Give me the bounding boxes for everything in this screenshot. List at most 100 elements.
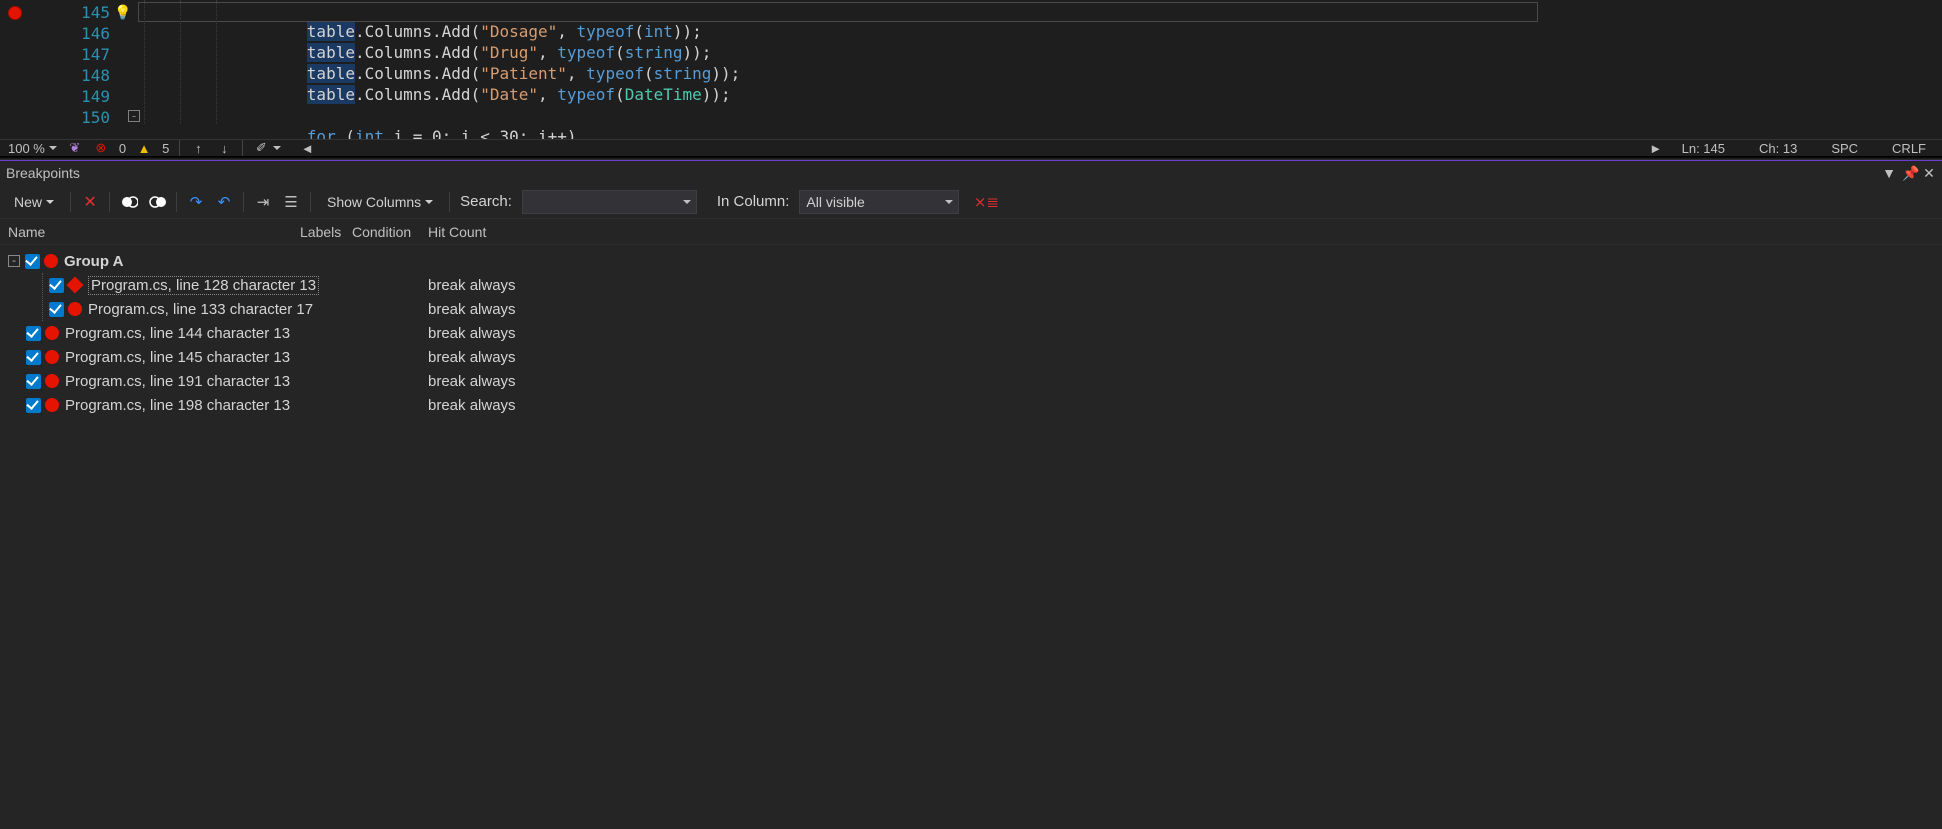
breakpoint-row[interactable]: Program.cs, line 191 character 13 break … bbox=[26, 369, 1942, 393]
line-ending[interactable]: CRLF bbox=[1884, 141, 1934, 156]
caret-char[interactable]: Ch: 13 bbox=[1751, 141, 1805, 156]
breakpoint-name: Program.cs, line 191 character 13 bbox=[65, 373, 290, 390]
breakpoint-icon bbox=[68, 302, 82, 316]
separator bbox=[310, 192, 311, 212]
scroll-right-icon[interactable]: ► bbox=[1648, 140, 1664, 156]
breakpoint-checkbox[interactable] bbox=[26, 398, 41, 413]
zoom-level-dropdown[interactable]: 100 % bbox=[8, 141, 57, 156]
code-token: )); bbox=[702, 85, 731, 104]
breakpoint-row[interactable]: Program.cs, line 145 character 13 break … bbox=[26, 345, 1942, 369]
code-token: typeof bbox=[557, 85, 615, 104]
close-icon[interactable]: ✕ bbox=[1922, 165, 1936, 182]
breakpoint-icon bbox=[45, 374, 59, 388]
hitcount-value: break always bbox=[428, 373, 516, 390]
breakpoint-name: Program.cs, line 145 character 13 bbox=[65, 349, 290, 366]
code-token: table bbox=[307, 85, 355, 104]
breakpoint-checkbox[interactable] bbox=[49, 278, 64, 293]
code-editor[interactable]: 145 146 147 148 149 150 💡 - table.Column… bbox=[0, 0, 1942, 156]
enable-all-icon[interactable] bbox=[120, 193, 138, 211]
hitcount-value: break always bbox=[428, 301, 516, 318]
search-label: Search: bbox=[460, 193, 512, 210]
warning-count-icon[interactable]: ▲ bbox=[136, 140, 152, 156]
group-checkbox[interactable] bbox=[25, 254, 40, 269]
brush-dropdown[interactable]: ✐ bbox=[253, 140, 281, 156]
hitcount-value: break always bbox=[428, 349, 516, 366]
group-row[interactable]: - Group A bbox=[8, 249, 1942, 273]
breakpoints-toolbar: New ✕ ↷ ↶ ⇥ ☰ Show Columns Search: In Co… bbox=[0, 185, 1942, 219]
delete-breakpoint-icon[interactable]: ✕ bbox=[81, 193, 99, 211]
new-label: New bbox=[14, 194, 42, 210]
header-condition[interactable]: Condition bbox=[352, 224, 428, 240]
go-to-source-icon[interactable]: ⇥ bbox=[254, 193, 272, 211]
breakpoint-name: Program.cs, line 128 character 13 bbox=[88, 276, 319, 295]
column-headers[interactable]: Name Labels Condition Hit Count bbox=[0, 219, 1942, 245]
breakpoint-row[interactable]: Program.cs, line 144 character 13 break … bbox=[26, 321, 1942, 345]
separator bbox=[242, 140, 243, 156]
lightbulb-icon[interactable]: 💡 bbox=[114, 4, 131, 21]
show-columns-dropdown[interactable]: Show Columns bbox=[321, 191, 439, 213]
breakpoints-tree[interactable]: - Group A Program.cs, line 128 character… bbox=[0, 245, 1942, 417]
in-column-combo[interactable] bbox=[799, 190, 959, 214]
disable-all-icon[interactable] bbox=[148, 193, 166, 211]
arrow-up-icon[interactable]: ↑ bbox=[190, 140, 206, 156]
window-position-icon[interactable]: ▼ bbox=[1882, 165, 1896, 181]
panel-titlebar[interactable]: Breakpoints ▼ 📌 ✕ bbox=[0, 161, 1942, 185]
breakpoints-panel: Breakpoints ▼ 📌 ✕ New ✕ ↷ ↶ ⇥ ☰ Show Col… bbox=[0, 161, 1942, 829]
indent-mode[interactable]: SPC bbox=[1823, 141, 1866, 156]
breakpoint-checkbox[interactable] bbox=[26, 374, 41, 389]
line-number: 147 bbox=[62, 45, 110, 64]
hitcount-value: break always bbox=[428, 277, 516, 294]
arrow-down-icon[interactable]: ↓ bbox=[216, 140, 232, 156]
breakpoint-icon bbox=[45, 398, 59, 412]
new-breakpoint-dropdown[interactable]: New bbox=[8, 191, 60, 213]
breakpoint-checkbox[interactable] bbox=[26, 350, 41, 365]
error-count: 0 bbox=[119, 141, 126, 156]
separator bbox=[70, 192, 71, 212]
breakpoint-icon bbox=[44, 254, 58, 268]
line-number: 150 bbox=[62, 108, 110, 127]
brush-icon: ✐ bbox=[253, 140, 269, 156]
header-labels[interactable]: Labels bbox=[300, 224, 352, 240]
scroll-left-icon[interactable]: ◄ bbox=[299, 140, 315, 156]
breakpoint-checkbox[interactable] bbox=[26, 326, 41, 341]
breakpoint-glyph[interactable] bbox=[8, 6, 22, 20]
breakpoint-diamond-icon bbox=[67, 277, 84, 294]
separator bbox=[243, 192, 244, 212]
indent-guide bbox=[144, 0, 145, 124]
group-label: Group A bbox=[64, 253, 123, 270]
line-number: 145 bbox=[62, 3, 110, 22]
search-combo[interactable] bbox=[522, 190, 697, 214]
breakpoint-row[interactable]: Program.cs, line 198 character 13 break … bbox=[26, 393, 1942, 417]
code-token: "Date" bbox=[480, 85, 538, 104]
export-icon[interactable]: ↷ bbox=[187, 193, 205, 211]
expand-icon[interactable]: - bbox=[8, 255, 20, 267]
line-number: 149 bbox=[62, 87, 110, 106]
breakpoint-checkbox[interactable] bbox=[49, 302, 64, 317]
caret-line[interactable]: Ln: 145 bbox=[1674, 141, 1733, 156]
outline-collapse-icon[interactable]: - bbox=[128, 110, 140, 122]
import-icon[interactable]: ↶ bbox=[215, 193, 233, 211]
header-hitcount[interactable]: Hit Count bbox=[428, 224, 548, 240]
header-name[interactable]: Name bbox=[0, 224, 300, 240]
code-token: DateTime bbox=[625, 85, 702, 104]
go-to-disassembly-icon[interactable]: ☰ bbox=[282, 193, 300, 211]
breakpoint-name: Program.cs, line 198 character 13 bbox=[65, 397, 290, 414]
breakpoint-icon bbox=[45, 350, 59, 364]
breakpoint-row[interactable]: Program.cs, line 128 character 13 break … bbox=[49, 273, 1942, 297]
search-input[interactable] bbox=[522, 190, 697, 214]
line-number: 146 bbox=[62, 24, 110, 43]
breakpoint-row[interactable]: Program.cs, line 133 character 17 break … bbox=[49, 297, 1942, 321]
code-token: .Columns.Add( bbox=[355, 85, 480, 104]
health-icon[interactable]: ❦ bbox=[67, 140, 83, 156]
pin-icon[interactable]: 📌 bbox=[1902, 165, 1916, 182]
line-number: 148 bbox=[62, 66, 110, 85]
clear-search-icon[interactable]: ⨯≣ bbox=[977, 193, 995, 211]
breakpoint-name: Program.cs, line 144 character 13 bbox=[65, 325, 290, 342]
in-column-input[interactable] bbox=[799, 190, 959, 214]
breakpoint-name: Program.cs, line 133 character 17 bbox=[88, 301, 313, 318]
warning-count: 5 bbox=[162, 141, 169, 156]
show-columns-label: Show Columns bbox=[327, 194, 421, 210]
error-count-icon[interactable]: ⊗ bbox=[93, 140, 109, 156]
zoom-level-value: 100 % bbox=[8, 141, 45, 156]
separator bbox=[176, 192, 177, 212]
